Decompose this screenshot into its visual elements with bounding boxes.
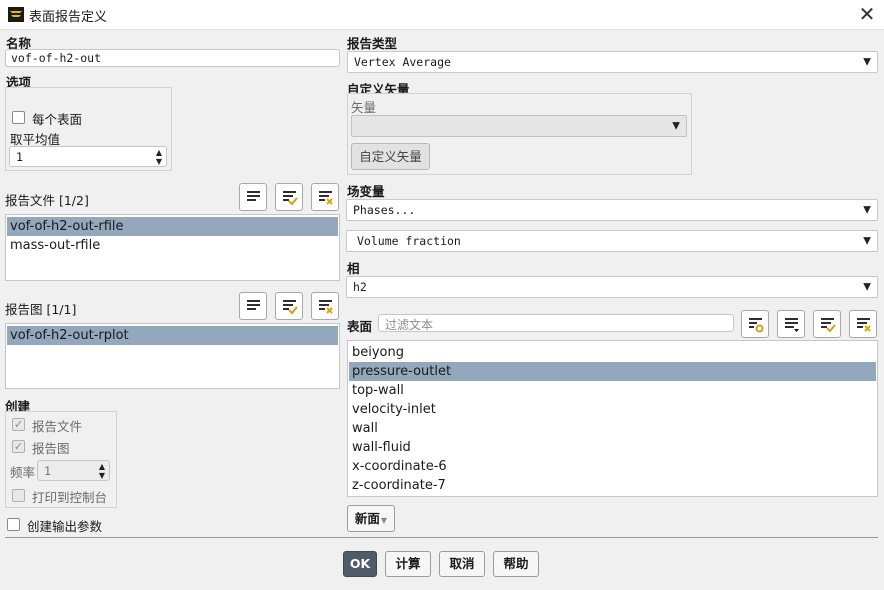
field-variable-dropdown[interactable]: Volume fraction ▼ bbox=[346, 230, 878, 252]
list-item[interactable]: wall-fluid bbox=[349, 438, 876, 457]
frequency-stepper[interactable]: 1 ▲ ▼ bbox=[37, 460, 110, 481]
report-plots-label: 报告图 [1/1] bbox=[5, 302, 77, 317]
phase-label: 相 bbox=[347, 261, 360, 276]
spin-down-icon[interactable]: ▼ bbox=[99, 472, 105, 480]
deselect-all-icon bbox=[319, 300, 333, 314]
report-type-value: Vertex Average bbox=[354, 55, 451, 69]
report-file-checkbox-label: 报告文件 bbox=[32, 419, 83, 434]
report-files-label: 报告文件 [1/2] bbox=[5, 193, 89, 208]
cancel-button[interactable]: 取消 bbox=[439, 551, 485, 577]
report-files-select-all-button[interactable] bbox=[275, 183, 303, 211]
phase-value: h2 bbox=[353, 280, 367, 294]
surfaces-deselect-all-button[interactable] bbox=[849, 310, 877, 338]
chevron-down-icon: ▼ bbox=[380, 516, 388, 525]
list-item[interactable]: beiyong bbox=[349, 343, 876, 362]
chevron-down-icon: ▼ bbox=[863, 281, 871, 293]
select-all-icon bbox=[821, 318, 836, 333]
phase-dropdown[interactable]: h2 ▼ bbox=[346, 276, 878, 298]
chevron-down-icon: ▼ bbox=[863, 235, 871, 247]
print-console-checkbox[interactable] bbox=[12, 489, 25, 502]
field-variable-value: Volume fraction bbox=[357, 234, 461, 248]
deselect-all-icon bbox=[319, 191, 333, 205]
chevron-down-icon: ▼ bbox=[863, 56, 871, 68]
list-item[interactable]: velocity-inlet bbox=[349, 400, 876, 419]
select-all-icon bbox=[283, 300, 298, 315]
list-item[interactable]: vof-of-h2-out-rfile bbox=[7, 217, 338, 236]
list-item[interactable]: top-wall bbox=[349, 381, 876, 400]
surfaces-list[interactable]: beiyong pressure-outlet top-wall velocit… bbox=[347, 340, 878, 497]
list-item[interactable]: mass-out-rfile bbox=[7, 236, 338, 255]
list-item[interactable]: vof-of-h2-out-rplot bbox=[7, 326, 338, 345]
chevron-down-icon: ▼ bbox=[863, 204, 871, 216]
list-item[interactable]: z-coordinate-7 bbox=[349, 476, 876, 495]
name-input-value: vof-of-h2-out bbox=[11, 51, 102, 65]
average-over-value: 1 bbox=[16, 150, 23, 164]
custom-vectors-button[interactable]: 自定义矢量 bbox=[351, 143, 430, 170]
spin-up-icon[interactable]: ▲ bbox=[99, 463, 105, 471]
report-plots-select-all-button[interactable] bbox=[275, 292, 303, 320]
ok-button[interactable]: OK bbox=[343, 551, 377, 577]
compute-button[interactable]: 计算 bbox=[385, 551, 431, 577]
report-plot-checkbox-label: 报告图 bbox=[32, 441, 70, 456]
report-type-dropdown[interactable]: Vertex Average ▼ bbox=[347, 51, 878, 73]
report-plots-list[interactable]: vof-of-h2-out-rplot bbox=[5, 323, 340, 389]
surfaces-list-button[interactable] bbox=[777, 310, 805, 338]
name-input[interactable]: vof-of-h2-out bbox=[5, 49, 340, 67]
list-item[interactable]: x-coordinate-6 bbox=[349, 457, 876, 476]
surfaces-filter-placeholder: 过滤文本 bbox=[385, 318, 434, 332]
create-output-param-checkbox[interactable] bbox=[7, 518, 20, 531]
surfaces-filter-input[interactable]: 过滤文本 bbox=[378, 314, 734, 332]
field-category-dropdown[interactable]: Phases... ▼ bbox=[346, 199, 878, 221]
chevron-down-icon: ▼ bbox=[672, 120, 680, 132]
print-console-label: 打印到控制台 bbox=[32, 490, 108, 505]
report-files-list[interactable]: vof-of-h2-out-rfile mass-out-rfile bbox=[5, 214, 340, 281]
window-title: 表面报告定义 bbox=[29, 10, 108, 25]
report-plots-list-button[interactable] bbox=[239, 292, 267, 320]
per-surface-label: 每个表面 bbox=[32, 112, 83, 127]
report-plots-deselect-all-button[interactable] bbox=[311, 292, 339, 320]
help-button[interactable]: 帮助 bbox=[493, 551, 539, 577]
app-logo-icon bbox=[8, 7, 24, 22]
spin-up-icon[interactable]: ▲ bbox=[156, 149, 162, 157]
field-variable-label: 场变量 bbox=[347, 184, 385, 199]
new-surface-button[interactable]: 新面▼ bbox=[347, 505, 395, 532]
list-icon bbox=[247, 191, 260, 201]
report-file-checkbox[interactable]: ✓ bbox=[12, 418, 25, 431]
title-bar bbox=[0, 0, 884, 30]
spin-down-icon[interactable]: ▼ bbox=[156, 158, 162, 166]
report-type-label: 报告类型 bbox=[347, 36, 398, 51]
filter-group-icon bbox=[749, 318, 764, 333]
report-files-deselect-all-button[interactable] bbox=[311, 183, 339, 211]
deselect-all-icon bbox=[857, 318, 871, 332]
average-over-stepper[interactable]: 1 ▲ ▼ bbox=[9, 146, 167, 167]
list-dropdown-icon bbox=[785, 318, 799, 332]
select-all-icon bbox=[283, 191, 298, 206]
report-plot-checkbox[interactable]: ✓ bbox=[12, 440, 25, 453]
surfaces-filter-button[interactable] bbox=[741, 310, 769, 338]
field-category-value: Phases... bbox=[353, 203, 416, 217]
new-surface-label: 新面 bbox=[354, 511, 380, 526]
divider bbox=[5, 537, 878, 538]
frequency-label: 频率 bbox=[10, 465, 36, 480]
create-output-param-label: 创建输出参数 bbox=[27, 519, 103, 534]
frequency-value: 1 bbox=[44, 464, 51, 478]
vectors-label: 矢量 bbox=[351, 100, 377, 115]
report-files-list-button[interactable] bbox=[239, 183, 267, 211]
vectors-dropdown[interactable]: ▼ bbox=[351, 115, 687, 137]
surfaces-label: 表面 bbox=[347, 319, 373, 334]
close-icon[interactable]: ✕ bbox=[856, 3, 878, 25]
surfaces-select-all-button[interactable] bbox=[813, 310, 841, 338]
list-item[interactable]: pressure-outlet bbox=[349, 362, 876, 381]
list-item[interactable]: wall bbox=[349, 419, 876, 438]
per-surface-checkbox[interactable] bbox=[12, 111, 25, 124]
list-icon bbox=[247, 300, 260, 310]
